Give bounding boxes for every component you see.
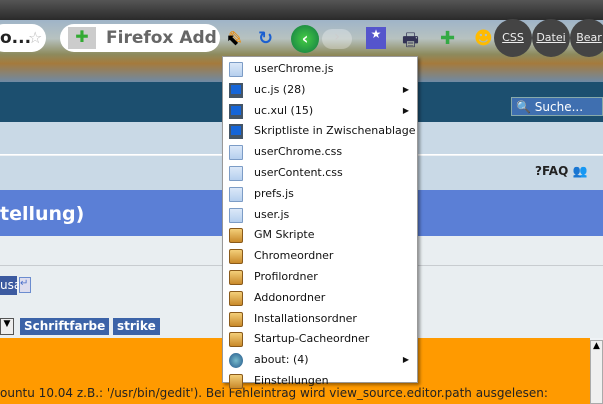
folder-icon xyxy=(229,332,243,348)
menu-item[interactable]: Addonordner xyxy=(223,288,417,309)
text-input[interactable]: usa xyxy=(0,276,21,295)
bearbeiten-menu-button[interactable]: Bear xyxy=(570,19,603,57)
help-icon: ? xyxy=(535,164,542,178)
menu-item-label: about: (4) xyxy=(254,353,309,367)
screen-icon xyxy=(229,82,243,98)
globe-icon xyxy=(229,353,243,369)
menu-item-label: GM Skripte xyxy=(254,228,315,242)
menu-item[interactable]: Chromeordner xyxy=(223,246,417,267)
reload-icon[interactable]: ↻ xyxy=(258,28,273,49)
file-icon xyxy=(229,186,243,202)
font-color-button[interactable]: Schriftfarbe xyxy=(20,318,110,335)
menu-item[interactable]: Startup-Cacheordner xyxy=(223,329,417,350)
menu-item-label: Profilordner xyxy=(254,269,318,283)
screen-icon xyxy=(229,124,243,140)
menu-item-label: Einstellungen xyxy=(254,373,329,387)
file-icon xyxy=(229,207,243,223)
enter-icon[interactable]: ↵ xyxy=(19,277,31,293)
menu-item[interactable]: GM Skripte xyxy=(223,225,417,246)
menu-item[interactable]: user.js xyxy=(223,205,417,226)
smiley-icon[interactable]: ☻ xyxy=(474,28,493,49)
menu-item[interactable]: Profilordner xyxy=(223,267,417,288)
menu-item[interactable]: prefs.js xyxy=(223,184,417,205)
script-dropdown-menu: userChrome.js uc.js (28) ▶ uc.xul (15) ▶ Skri… xyxy=(222,56,418,389)
search-icon: 🔍 xyxy=(516,100,531,114)
menu-item-label: uc.js (28) xyxy=(254,82,306,96)
menu-item-label: Installationsordner xyxy=(254,311,357,325)
screen-icon xyxy=(229,103,243,119)
menu-item-label: Skriptliste in Zwischenablage xyxy=(254,124,416,138)
title-bar xyxy=(0,0,603,20)
menu-item[interactable]: userContent.css xyxy=(223,163,417,184)
menu-item-label: Chromeordner xyxy=(254,249,334,263)
menu-item-label: userChrome.js xyxy=(254,62,334,75)
strike-button[interactable]: strike xyxy=(113,318,160,335)
folder-icon xyxy=(229,311,243,327)
folder-icon xyxy=(229,269,243,285)
file-icon xyxy=(229,62,243,77)
print-icon[interactable]: 🖶 xyxy=(402,28,419,58)
mouse-cursor-icon: ⬉ xyxy=(226,30,240,49)
menu-item-label: userChrome.css xyxy=(254,145,343,159)
menu-item[interactable]: userChrome.js xyxy=(223,59,417,80)
menu-item-label: user.js xyxy=(254,207,290,221)
menu-item-label: prefs.js xyxy=(254,186,294,200)
menu-item-label: uc.xul (15) xyxy=(254,103,314,117)
menu-item[interactable]: userChrome.css xyxy=(223,142,417,163)
menu-item[interactable]: about: (4) ▶ xyxy=(223,350,417,371)
menu-item[interactable]: uc.js (28) ▶ xyxy=(223,80,417,101)
submenu-arrow-icon: ▶ xyxy=(402,84,409,94)
addons-icon[interactable]: ✚ xyxy=(440,28,455,49)
folder-icon xyxy=(229,228,243,244)
forward-button[interactable]: › xyxy=(322,29,352,49)
site-search-input[interactable]: 🔍 Suche... xyxy=(511,97,603,116)
menu-item[interactable]: Installationsordner xyxy=(223,309,417,330)
file-icon xyxy=(229,165,243,181)
css-button[interactable]: CSS xyxy=(494,19,532,57)
file-icon xyxy=(229,145,243,161)
submenu-arrow-icon: ▶ xyxy=(402,105,409,115)
bookmarks-icon[interactable]: ★ xyxy=(366,27,386,49)
bookmark-star-icon[interactable]: ☆ xyxy=(28,28,42,47)
menu-item[interactable]: Skriptliste in Zwischenablage xyxy=(223,121,417,142)
folder-icon xyxy=(229,290,243,306)
menu-item[interactable]: Einstellungen xyxy=(223,371,417,392)
folder-icon xyxy=(229,249,243,265)
submenu-arrow-icon: ▶ xyxy=(402,355,409,365)
faq-link[interactable]: ?FAQ 👥 xyxy=(535,164,587,178)
menu-item-label: userContent.css xyxy=(254,165,343,179)
folder-icon xyxy=(229,373,243,389)
font-select[interactable]: ▼ xyxy=(0,318,14,335)
datei-menu-button[interactable]: Datei xyxy=(532,19,570,57)
menu-item-label: Addonordner xyxy=(254,290,326,304)
back-button[interactable]: ‹ xyxy=(291,25,319,53)
menu-item-label: Startup-Cacheordner xyxy=(254,332,370,346)
scrollbar[interactable]: ▲ xyxy=(590,340,603,404)
menu-item[interactable]: uc.xul (15) ▶ xyxy=(223,101,417,122)
addon-puzzle-icon[interactable]: ✚ xyxy=(68,27,96,49)
members-icon: 👥 xyxy=(572,164,588,178)
